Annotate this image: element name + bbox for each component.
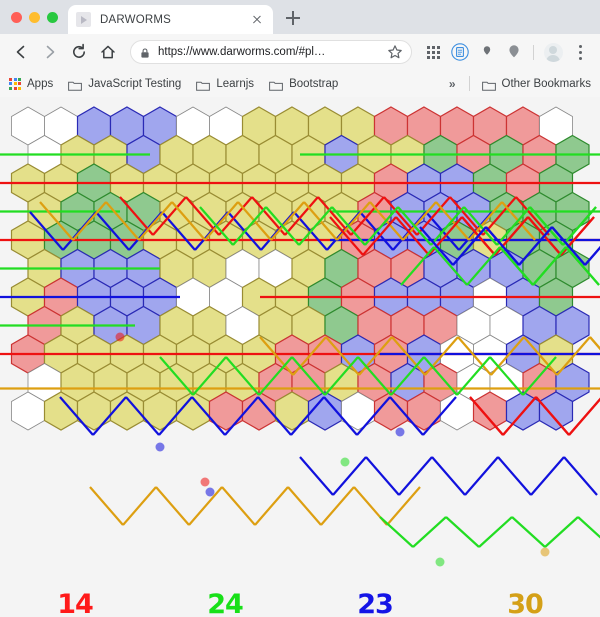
bookmarks-divider	[468, 76, 470, 91]
extension-pin-icon[interactable]	[475, 40, 499, 64]
folder-icon	[196, 78, 211, 91]
close-window-button[interactable]	[11, 12, 22, 23]
score-gold: 30	[507, 588, 544, 617]
hex-game-board[interactable]	[0, 97, 600, 585]
worm-head	[200, 477, 210, 487]
bookmark-label: Other Bookmarks	[501, 77, 591, 90]
worm-head	[340, 457, 350, 467]
bookmark-bootstrap[interactable]: Bootstrap	[269, 77, 347, 91]
worm-head	[395, 427, 405, 437]
worm-head	[435, 557, 445, 567]
close-icon[interactable]	[249, 12, 265, 28]
window-traffic-lights	[0, 12, 68, 34]
zoom-window-button[interactable]	[47, 12, 58, 23]
bookmark-apps[interactable]: Apps	[9, 77, 62, 90]
star-icon[interactable]	[387, 44, 403, 60]
new-tab-button[interactable]	[280, 5, 306, 31]
folder-icon	[68, 78, 83, 91]
folder-icon	[269, 78, 283, 91]
bookmark-label: Apps	[27, 77, 54, 90]
avatar[interactable]	[541, 40, 565, 64]
bookmark-label: Bootstrap	[289, 77, 339, 90]
tab-title: DARWORMS	[100, 13, 172, 26]
bookmark-label: JavaScript Testing	[88, 77, 182, 90]
worm-head	[540, 547, 550, 557]
browser-tab[interactable]: DARWORMS	[68, 5, 273, 34]
page-content: 14 24 23 30 Random Random Random Random …	[0, 97, 600, 617]
lock-icon	[139, 46, 151, 58]
home-icon[interactable]	[95, 39, 121, 65]
score-red: 14	[57, 588, 94, 617]
score-blue: 23	[357, 588, 394, 617]
reader-mode-icon[interactable]	[448, 40, 472, 64]
play-icon	[76, 12, 91, 27]
browser-window: DARWORMS https://www.darworms.com/#pl… A…	[0, 0, 600, 617]
bookmark-other-bookmarks[interactable]: Other Bookmarks	[481, 77, 591, 91]
worm-head	[205, 487, 215, 497]
bookmark-label: Learnjs	[216, 77, 255, 90]
browser-toolbar: https://www.darworms.com/#pl…	[0, 34, 600, 70]
address-bar[interactable]: https://www.darworms.com/#pl…	[130, 40, 412, 64]
reload-arrow-icon[interactable]	[66, 39, 92, 65]
worm-head	[115, 332, 125, 342]
score-row: 14 24 23 30	[0, 585, 600, 617]
back-arrow-icon[interactable]	[8, 39, 34, 65]
tab-strip: DARWORMS	[0, 0, 600, 34]
bookmarks-bar: Apps JavaScript Testing Learnjs Bootstra…	[0, 70, 600, 98]
worm-head	[155, 442, 165, 452]
minimize-window-button[interactable]	[29, 12, 40, 23]
bookmarks-overflow-button[interactable]: »	[440, 77, 465, 91]
apps-grid-icon	[9, 77, 21, 90]
folder-icon	[481, 78, 496, 91]
url-text: https://www.darworms.com/#pl…	[158, 46, 326, 58]
score-green: 24	[207, 588, 244, 617]
forward-arrow-icon[interactable]	[37, 39, 63, 65]
apps-grid-icon[interactable]	[421, 40, 445, 64]
extension-icon[interactable]	[502, 40, 526, 64]
bookmark-learnjs[interactable]: Learnjs	[196, 77, 263, 91]
chrome-menu-icon[interactable]	[568, 40, 592, 64]
toolbar-divider	[533, 44, 534, 60]
bookmark-javascript-testing[interactable]: JavaScript Testing	[68, 77, 190, 91]
